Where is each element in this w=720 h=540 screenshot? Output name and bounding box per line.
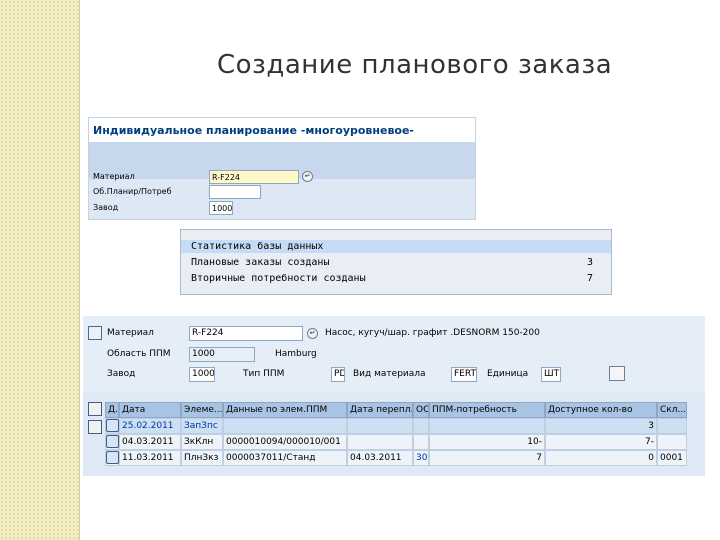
available-cell: 7- (545, 434, 657, 450)
material-label: Материал (107, 328, 154, 338)
exception-cell (413, 434, 429, 450)
reschedule-cell (347, 418, 413, 434)
material-field[interactable]: R-F224 (189, 326, 303, 341)
unit-label: Единица (487, 369, 529, 379)
document-icon[interactable] (106, 435, 119, 448)
requirement-cell (429, 418, 545, 434)
reschedule-cell: 04.03.2011 (347, 450, 413, 466)
col-header-element-data[interactable]: Данные по элем.ППМ (223, 402, 347, 418)
col-header-exception[interactable]: ОС (413, 402, 429, 418)
date-cell: 04.03.2011 (119, 434, 181, 450)
plant-field[interactable]: 1000 (189, 367, 215, 382)
exception-cell: 30 (413, 450, 429, 466)
statistics-title: Статистика базы данных (191, 241, 324, 252)
plant-label: Завод (93, 203, 119, 212)
element-data-cell (223, 418, 347, 434)
unit-field[interactable]: ШТ (541, 367, 561, 382)
col-header-date[interactable]: Дата (119, 402, 181, 418)
available-cell: 0 (545, 450, 657, 466)
individual-planning-panel: Индивидуальное планирование -многоуровне… (88, 117, 476, 220)
storage-cell (657, 418, 687, 434)
material-type-label: Вид материала (353, 369, 426, 379)
col-header-available[interactable]: Доступное кол-во (545, 402, 657, 418)
requirement-cell: 10- (429, 434, 545, 450)
plant-input[interactable]: 1000 (209, 201, 233, 215)
decorative-left-band (0, 0, 80, 540)
secondary-reqs-value: 7 (587, 273, 594, 284)
material-search-icon[interactable]: ↵ (307, 328, 318, 339)
requirement-cell: 7 (429, 450, 545, 466)
date-cell: 25.02.2011 (119, 418, 181, 434)
edit-pencil-icon[interactable] (609, 366, 625, 381)
element-data-cell: 0000010094/000010/001 (223, 434, 347, 450)
document-icon[interactable] (106, 419, 119, 432)
storage-cell: 0001 (657, 450, 687, 466)
material-input[interactable]: R-F224 (209, 170, 299, 184)
material-description: Насос, кугуч/шар. графит .DESNORM 150-20… (325, 328, 540, 338)
plant-label: Завод (107, 369, 136, 379)
mrp-type-label: Тип ППМ (243, 369, 285, 379)
slide-title: Создание планового заказа (217, 50, 613, 80)
planned-orders-label: Плановые заказы созданы (191, 257, 330, 268)
document-icon[interactable] (106, 451, 119, 464)
mrp-area-description: Hamburg (275, 349, 317, 359)
band-divider (79, 0, 80, 540)
col-header-storage[interactable]: Скл... (657, 402, 687, 418)
element-data-cell: 0000037011/Станд (223, 450, 347, 466)
col-header-reschedule[interactable]: Дата перепл. (347, 402, 413, 418)
search-help-icon[interactable]: ↵ (302, 171, 313, 182)
plant-row: Завод 1000 (89, 201, 475, 215)
stock-requirements-panel: Материал R-F224 ↵ Насос, кугуч/шар. граф… (83, 316, 705, 476)
secondary-reqs-label: Вторичные потребности созданы (191, 273, 366, 284)
col-header-requirement[interactable]: ППМ-потребность (429, 402, 545, 418)
col-header-element[interactable]: Элеме... (181, 402, 223, 418)
mrp-area-field[interactable]: 1000 (189, 347, 255, 362)
material-row: Материал R-F224 ↵ (89, 170, 475, 184)
planning-area-input[interactable] (209, 185, 261, 199)
planned-orders-value: 3 (587, 257, 594, 268)
planning-area-label: Об.Планир/Потреб (93, 187, 172, 196)
reschedule-cell (347, 434, 413, 450)
col-header-indicator[interactable]: Д... (105, 402, 119, 418)
element-cell: ЗкКлн (181, 434, 223, 450)
table-settings-icon[interactable] (88, 402, 102, 416)
element-cell: ПлнЗкз (181, 450, 223, 466)
mrp-type-field[interactable]: PD (331, 367, 345, 382)
material-label: Материал (93, 172, 135, 181)
available-cell: 3 (545, 418, 657, 434)
element-cell: ЗапЗпс (181, 418, 223, 434)
material-type-field[interactable]: FERT (451, 367, 477, 382)
date-cell: 11.03.2011 (119, 450, 181, 466)
material-doc-icon[interactable] (88, 326, 102, 340)
storage-cell (657, 434, 687, 450)
mrp-area-label: Область ППМ (107, 349, 171, 359)
exception-cell (413, 418, 429, 434)
database-statistics-panel: Статистика базы данных Плановые заказы с… (180, 229, 612, 295)
panel-title: Индивидуальное планирование -многоуровне… (93, 124, 414, 137)
table-expand-icon[interactable] (88, 420, 102, 434)
planning-area-row: Об.Планир/Потреб (89, 185, 475, 199)
panel-header: Индивидуальное планирование -многоуровне… (89, 118, 475, 142)
